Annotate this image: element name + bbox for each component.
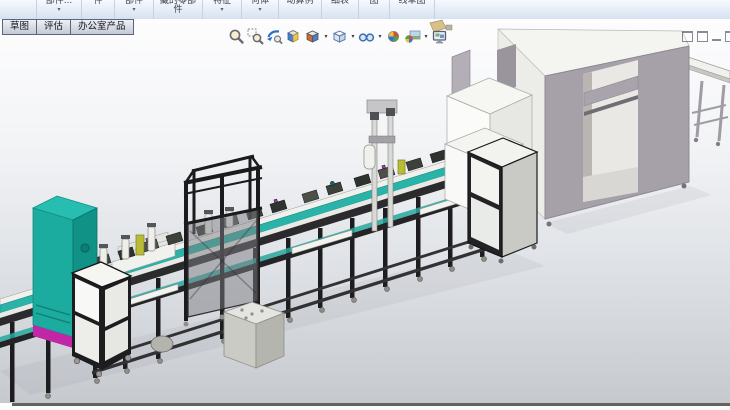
ribbon-item-3[interactable]: 藏的零部件 bbox=[154, 0, 203, 19]
safety-cage bbox=[184, 156, 263, 327]
ribbon-item-label: 图 bbox=[369, 0, 378, 6]
ribbon-item-label: 细表 bbox=[331, 0, 349, 6]
commandmanager-tabs: 草图 评估 办公室产品 bbox=[2, 19, 133, 35]
document-window-controls bbox=[682, 31, 730, 42]
ribbon-bar: 部件... ▾ 件 部件 ▾ 藏的零部件 特征 ▾ 何体 ▾ 动算例 细表 图 bbox=[0, 0, 730, 20]
tab-office-products[interactable]: 办公室产品 bbox=[70, 19, 134, 35]
dropdown-arrow-icon[interactable]: ▾ bbox=[57, 7, 60, 12]
solidworks-window: 部件... ▾ 件 部件 ▾ 藏的零部件 特征 ▾ 何体 ▾ 动算例 细表 图 bbox=[0, 0, 730, 410]
apply-scene-icon[interactable] bbox=[404, 28, 421, 45]
status-bar-edge bbox=[12, 403, 730, 406]
section-view-icon[interactable] bbox=[285, 28, 302, 45]
ribbon-item-0[interactable]: 部件... ▾ bbox=[37, 0, 82, 19]
ribbon-item-label: 藏的零部件 bbox=[156, 0, 200, 14]
ribbon-item-1[interactable]: 件 bbox=[82, 0, 115, 19]
ribbon-item-9[interactable]: 线草图 bbox=[390, 0, 435, 19]
ribbon-item-2[interactable]: 部件 ▾ bbox=[115, 0, 154, 19]
ribbon-item-label: 件 bbox=[93, 0, 102, 6]
minimize-icon[interactable] bbox=[712, 31, 721, 41]
motor-yellow-green-2 bbox=[398, 160, 405, 174]
ribbon-item-8[interactable]: 图 bbox=[359, 0, 390, 19]
dropdown-arrow-icon[interactable]: ▾ bbox=[132, 7, 135, 12]
dropdown-arrow-icon[interactable]: ▾ bbox=[377, 34, 383, 40]
display-style-icon[interactable] bbox=[331, 28, 348, 45]
dropdown-arrow-icon[interactable]: ▾ bbox=[323, 34, 329, 40]
floor-control-box bbox=[224, 302, 284, 368]
edit-appearance-icon[interactable] bbox=[385, 28, 402, 45]
dropdown-arrow-icon[interactable]: ▾ bbox=[258, 7, 261, 12]
tab-evaluate[interactable]: 评估 bbox=[36, 19, 71, 35]
ribbon-clipped-icon-area bbox=[0, 0, 37, 19]
view-settings-icon[interactable] bbox=[431, 28, 448, 45]
ribbon-item-label: 动算例 bbox=[286, 0, 313, 6]
dropdown-arrow-icon[interactable]: ▾ bbox=[350, 34, 356, 40]
ribbon-item-label: 特征 bbox=[213, 0, 231, 6]
zoom-to-fit-icon[interactable] bbox=[228, 28, 245, 45]
heads-up-view-toolbar: ▾ ▾ ▾ bbox=[228, 28, 448, 45]
zoom-to-area-icon[interactable] bbox=[247, 28, 264, 45]
ribbon-item-label: 部件... bbox=[46, 0, 73, 6]
restore-icon[interactable] bbox=[682, 31, 693, 42]
ribbon-item-label: 线草图 bbox=[398, 0, 425, 6]
ribbon-item-6[interactable]: 动算例 bbox=[279, 0, 322, 19]
view-orientation-icon[interactable] bbox=[304, 28, 321, 45]
hide-show-items-icon[interactable] bbox=[358, 28, 375, 45]
ribbon-item-7[interactable]: 细表 bbox=[322, 0, 359, 19]
ribbon-item-4[interactable]: 特征 ▾ bbox=[203, 0, 242, 19]
dropdown-arrow-icon[interactable]: ▾ bbox=[220, 7, 223, 12]
previous-view-icon[interactable] bbox=[266, 28, 283, 45]
graphics-area[interactable]: ▾ ▾ ▾ bbox=[0, 19, 730, 403]
ribbon-item-label: 部件 bbox=[125, 0, 143, 6]
ribbon-item-label: 何体 bbox=[251, 0, 269, 6]
close-icon[interactable] bbox=[725, 31, 730, 42]
cabinet-port-hole bbox=[81, 244, 89, 252]
model-view[interactable] bbox=[0, 19, 730, 403]
dropdown-arrow-icon[interactable]: ▾ bbox=[423, 34, 429, 40]
framed-cabinet-right bbox=[468, 138, 537, 264]
bottom-edge bbox=[0, 403, 730, 410]
ribbon-item-5[interactable]: 何体 ▾ bbox=[242, 0, 279, 19]
tile-icon[interactable] bbox=[697, 31, 708, 42]
motor-yellow-green bbox=[136, 235, 144, 255]
tab-sketch[interactable]: 草图 bbox=[2, 19, 37, 35]
